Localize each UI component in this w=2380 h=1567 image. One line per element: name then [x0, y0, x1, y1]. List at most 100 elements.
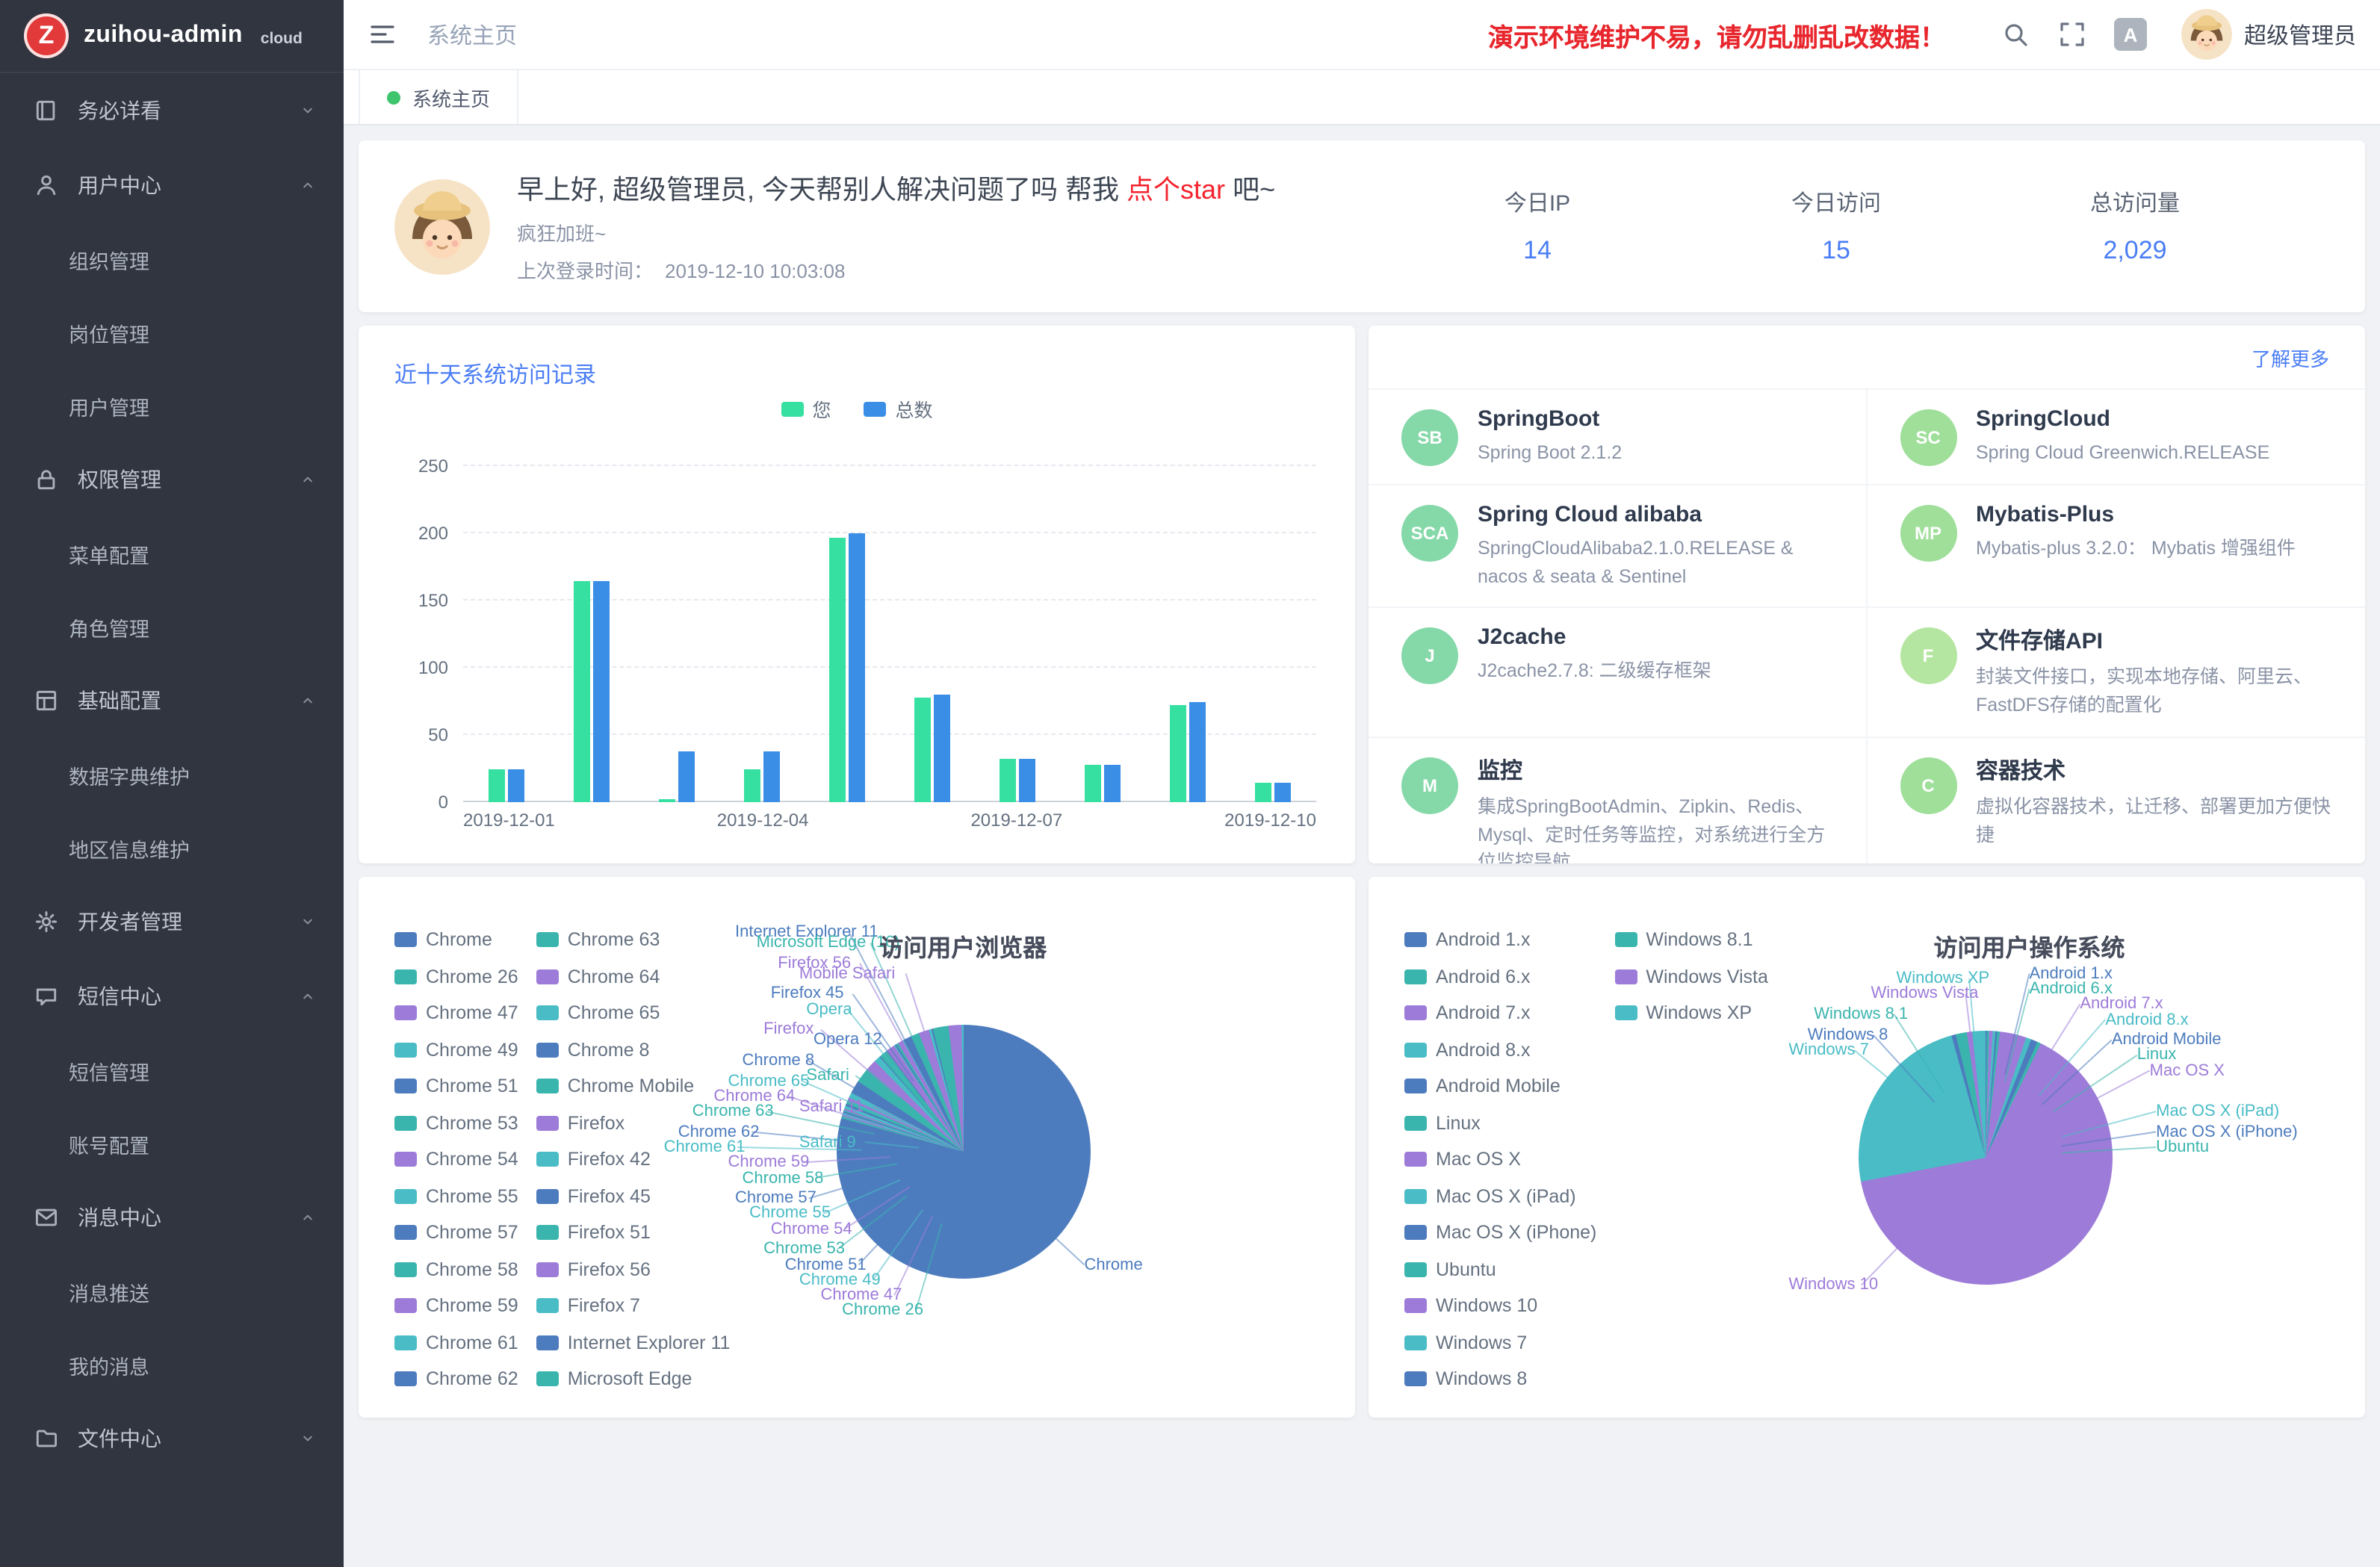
legend-swatch: [536, 1372, 559, 1387]
chevron-up-icon: [299, 692, 317, 710]
sidebar-item-label: 权限管理: [78, 465, 299, 494]
x-axis-label: [636, 810, 716, 831]
bar: [1275, 782, 1292, 802]
legend-item[interactable]: Microsoft Edge: [536, 1361, 731, 1397]
sidebar-item-file-center[interactable]: 文件中心: [0, 1401, 344, 1476]
legend-item[interactable]: Firefox 51: [536, 1214, 731, 1251]
tech-item: M监控集成SpringBootAdmin、Zipkin、Redis、Mysql、…: [1369, 736, 1867, 864]
legend-item[interactable]: Windows 10: [1404, 1288, 1596, 1324]
stat-value: 2,029: [1986, 236, 2284, 266]
legend-item[interactable]: Android Mobile: [1404, 1068, 1596, 1105]
legend-item[interactable]: Chrome 53: [394, 1105, 518, 1141]
legend-label: Chrome 57: [426, 1223, 518, 1244]
sidebar-subitem-base-config-2[interactable]: 地区信息维护: [0, 811, 344, 884]
username[interactable]: 超级管理员: [2244, 19, 2356, 50]
legend-item[interactable]: Chrome 51: [394, 1068, 518, 1105]
sidebar-subitem-message-center-2[interactable]: 我的消息: [0, 1328, 344, 1401]
pie-label: Windows Vista: [1871, 985, 1979, 1003]
sidebar-subitem-base-config-1[interactable]: 数据字典维护: [0, 738, 344, 811]
sidebar-item-developer[interactable]: 开发者管理: [0, 884, 344, 959]
legend-item[interactable]: Chrome 63: [536, 922, 731, 958]
legend-item[interactable]: Chrome 64: [536, 958, 731, 995]
sidebar-subitem-user-center-2[interactable]: 岗位管理: [0, 296, 344, 369]
legend-item[interactable]: Internet Explorer 11: [536, 1324, 731, 1361]
stat-label: 今日IP: [1388, 187, 1687, 218]
sidebar-subitem-permission-2[interactable]: 角色管理: [0, 590, 344, 663]
legend-item[interactable]: 您: [781, 394, 831, 423]
sidebar-subitem-user-center-3[interactable]: 用户管理: [0, 369, 344, 442]
bar-group: [573, 580, 609, 802]
sidebar-item-must-read[interactable]: 务必详看: [0, 73, 344, 148]
sidebar-subitem-permission-1[interactable]: 菜单配置: [0, 517, 344, 590]
sidebar-item-user-center[interactable]: 用户中心: [0, 148, 344, 223]
sidebar-subitem-sms-center-1[interactable]: 短信管理: [0, 1034, 344, 1107]
legend-item[interactable]: 总数: [864, 394, 933, 423]
learn-more-link[interactable]: 了解更多: [2252, 343, 2329, 371]
legend-item[interactable]: Windows 7: [1404, 1324, 1596, 1361]
tech-texts: 容器技术虚拟化容器技术，让迁移、部署更加方便快捷: [1976, 754, 2338, 849]
tech-badge: F: [1900, 628, 1956, 685]
tech-texts: Spring Cloud alibabaSpringCloudAlibaba2.…: [1478, 502, 1838, 591]
legend-item[interactable]: Windows Vista: [1614, 958, 1768, 995]
tech-title: 文件存储API: [1976, 625, 2338, 657]
user-avatar[interactable]: [2181, 9, 2232, 60]
legend-item[interactable]: Chrome 57: [394, 1214, 518, 1251]
sidebar-subitem-sms-center-2[interactable]: 账号配置: [0, 1107, 344, 1180]
font-size-icon[interactable]: A: [2114, 18, 2147, 51]
legend-label: Android Mobile: [1436, 1076, 1561, 1097]
legend-item[interactable]: Firefox: [536, 1105, 731, 1141]
legend-item[interactable]: Firefox 45: [536, 1178, 731, 1214]
legend-item[interactable]: Windows XP: [1614, 995, 1768, 1031]
tech-desc: 虚拟化容器技术，让迁移、部署更加方便快捷: [1976, 793, 2338, 849]
legend-item[interactable]: Chrome 58: [394, 1251, 518, 1288]
legend-item[interactable]: Mac OS X: [1404, 1141, 1596, 1178]
tech-item: C容器技术虚拟化容器技术，让迁移、部署更加方便快捷: [1867, 736, 2365, 864]
legend-item[interactable]: Chrome: [394, 922, 518, 958]
y-axis-label: 250: [418, 456, 448, 477]
legend-item[interactable]: Linux: [1404, 1105, 1596, 1141]
x-axis-label: 2019-12-04: [717, 810, 809, 831]
legend-item[interactable]: Windows 8.1: [1614, 922, 1768, 958]
legend-item[interactable]: Mac OS X (iPhone): [1404, 1214, 1596, 1251]
sidebar-item-base-config[interactable]: 基础配置: [0, 663, 344, 738]
legend-item[interactable]: Android 1.x: [1404, 922, 1596, 958]
sidebar-item-permission[interactable]: 权限管理: [0, 442, 344, 517]
app-root: Z zuihou-admin cloud 务必详看用户中心组织管理岗位管理用户管…: [0, 0, 2380, 1567]
legend-item[interactable]: Firefox 56: [536, 1251, 731, 1288]
sidebar-item-sms-center[interactable]: 短信中心: [0, 959, 344, 1034]
sidebar-item-message-center[interactable]: 消息中心: [0, 1180, 344, 1255]
legend-item[interactable]: Chrome Mobile: [536, 1068, 731, 1105]
legend-swatch: [536, 969, 559, 984]
legend-item[interactable]: Chrome 65: [536, 995, 731, 1031]
top-header: 系统主页 演示环境维护不易，请勿乱删乱改数据！ A 超级管理员: [344, 0, 2380, 70]
legend-item[interactable]: Firefox 7: [536, 1288, 731, 1324]
legend-item[interactable]: Android 8.x: [1404, 1031, 1596, 1068]
pie-label: Windows 7: [1788, 1041, 1869, 1059]
legend-item[interactable]: Chrome 59: [394, 1288, 518, 1324]
star-link[interactable]: 点个star: [1127, 175, 1225, 205]
legend-item[interactable]: Chrome 55: [394, 1178, 518, 1214]
legend-item[interactable]: Chrome 49: [394, 1031, 518, 1068]
search-icon[interactable]: [2001, 19, 2030, 49]
menu-toggle-icon[interactable]: [368, 19, 397, 49]
legend-item[interactable]: Chrome 54: [394, 1141, 518, 1178]
legend-item[interactable]: Chrome 62: [394, 1361, 518, 1397]
tech-badge: MP: [1900, 505, 1956, 562]
legend-item[interactable]: Chrome 26: [394, 958, 518, 995]
legend-swatch: [394, 1299, 417, 1314]
app-logo[interactable]: Z zuihou-admin cloud: [0, 0, 344, 73]
legend-item[interactable]: Firefox 42: [536, 1141, 731, 1178]
legend-item[interactable]: Android 6.x: [1404, 958, 1596, 995]
sidebar-subitem-message-center-1[interactable]: 消息推送: [0, 1255, 344, 1328]
legend-item[interactable]: Chrome 8: [536, 1031, 731, 1068]
sidebar-subitem-user-center-1[interactable]: 组织管理: [0, 223, 344, 296]
legend-item[interactable]: Android 7.x: [1404, 995, 1596, 1031]
main-content: 早上好, 超级管理员, 今天帮别人解决问题了吗 帮我 点个star 吧~ 疯狂加…: [344, 125, 2380, 1567]
legend-item[interactable]: Ubuntu: [1404, 1251, 1596, 1288]
legend-item[interactable]: Chrome 47: [394, 995, 518, 1031]
tab-home[interactable]: 系统主页: [359, 70, 518, 124]
legend-item[interactable]: Chrome 61: [394, 1324, 518, 1361]
legend-item[interactable]: Mac OS X (iPad): [1404, 1178, 1596, 1214]
legend-item[interactable]: Windows 8: [1404, 1361, 1596, 1397]
fullscreen-icon[interactable]: [2057, 19, 2087, 49]
